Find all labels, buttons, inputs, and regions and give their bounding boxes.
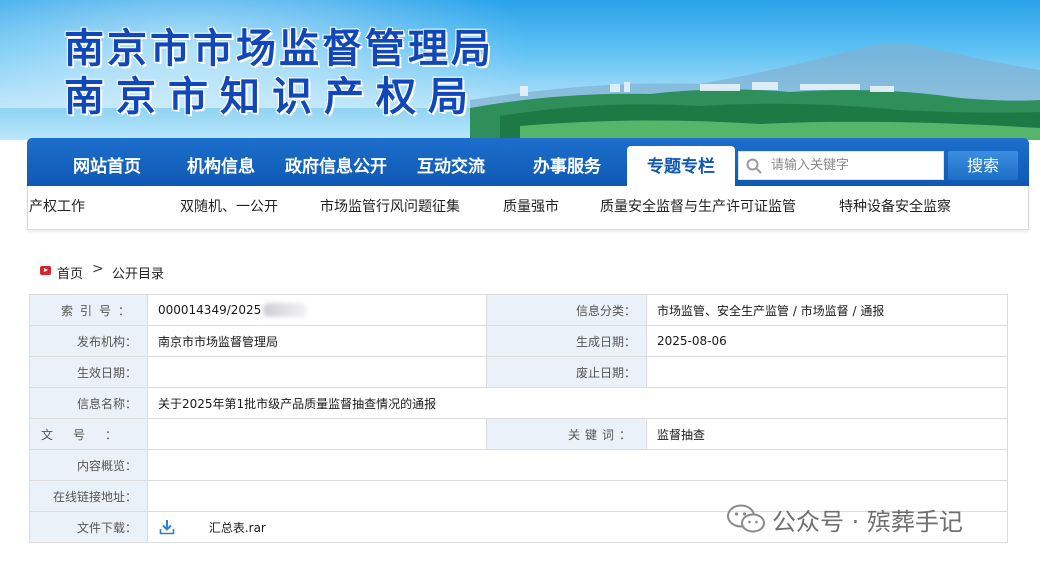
download-file-link[interactable]: 汇总表.rar [209, 521, 266, 535]
table-row: 索引号： 000014349/2025 信息分类： 市场监管、安全生产监管 / … [29, 294, 1008, 326]
nav-item-special-topics[interactable]: 专题专栏 [627, 146, 735, 186]
table-row: 内容概览： [29, 449, 1008, 481]
doc-no-value [147, 418, 487, 450]
publisher-label: 发布机构： [29, 325, 148, 357]
nav-item-gov-info[interactable]: 政府信息公开 [277, 138, 395, 186]
breadcrumb-home[interactable]: 首页 [57, 263, 83, 282]
table-row: 文号： 关键词： 监督抽查 [29, 418, 1008, 450]
banner-title-2: 南京市知识产权局 [64, 73, 480, 120]
sub-nav: 识产权工作 双随机、一公开 市场监管行风问题征集 质量强市 质量安全监督与生产许… [27, 186, 1029, 230]
doc-no-label: 文号： [29, 418, 148, 450]
subnav-item-double-random[interactable]: 双随机、一公开 [180, 186, 278, 229]
site-banner: 南京市市场监督管理局 南京市知识产权局 [0, 0, 1040, 140]
keywords-label: 关键词： [486, 418, 647, 450]
home-play-icon [40, 266, 51, 275]
search-input[interactable] [771, 152, 941, 179]
file-download-label: 文件下载： [29, 511, 148, 543]
subnav-item-quality-city[interactable]: 质量强市 [503, 186, 559, 229]
breadcrumb-current: 公开目录 [112, 267, 165, 282]
info-title-label: 信息名称： [29, 387, 148, 419]
index-no-value: 000014349/2025 [147, 294, 487, 326]
online-link-label: 在线链接地址： [29, 480, 148, 512]
table-row: 生效日期： 废止日期： [29, 356, 1008, 388]
download-icon[interactable] [159, 519, 175, 535]
subnav-item-ip[interactable]: 识产权工作 [28, 186, 85, 229]
nav-item-interaction[interactable]: 互动交流 [401, 138, 501, 186]
index-no-label: 索引号： [29, 294, 148, 326]
created-date-label: 生成日期： [486, 325, 647, 357]
table-row: 发布机构： 南京市市场监督管理局 生成日期： 2025-08-06 [29, 325, 1008, 357]
overview-label: 内容概览： [29, 449, 148, 481]
nav-item-home[interactable]: 网站首页 [57, 138, 157, 186]
redacted-blur [263, 303, 308, 318]
expiry-date-value [646, 356, 1008, 388]
category-value: 市场监管、安全生产监管 / 市场监督 / 通报 [646, 294, 1008, 326]
subnav-item-quality-safety[interactable]: 质量安全监督与生产许可证监管 [600, 186, 796, 229]
main-nav: 网站首页 机构信息 政府信息公开 互动交流 办事服务 专题专栏 搜索 [27, 138, 1029, 186]
effective-date-value [147, 356, 487, 388]
expiry-date-label: 废止日期： [486, 356, 647, 388]
created-date-value: 2025-08-06 [646, 325, 1008, 357]
breadcrumb-separator: > [92, 261, 104, 277]
subnav-item-conduct-collection[interactable]: 市场监管行风问题征集 [320, 186, 460, 229]
search-icon [746, 158, 762, 174]
keywords-value: 监督抽查 [646, 418, 1008, 450]
subnav-item-special-equipment[interactable]: 特种设备安全监察 [839, 186, 951, 229]
search-box [738, 151, 944, 180]
watermark-text: 公众号 · 殡葬手记 [772, 508, 963, 536]
overview-value [147, 449, 1008, 481]
publisher-value: 南京市市场监督管理局 [147, 325, 487, 357]
wechat-icon [727, 504, 765, 533]
table-row: 信息名称： 关于2025年第1批市级产品质量监督抽查情况的通报 [29, 387, 1008, 419]
category-label: 信息分类： [486, 294, 647, 326]
info-title-value: 关于2025年第1批市级产品质量监督抽查情况的通报 [147, 387, 1008, 419]
nav-item-org-info[interactable]: 机构信息 [171, 138, 271, 186]
search-button[interactable]: 搜索 [948, 151, 1018, 180]
nav-item-services[interactable]: 办事服务 [517, 138, 617, 186]
effective-date-label: 生效日期： [29, 356, 148, 388]
